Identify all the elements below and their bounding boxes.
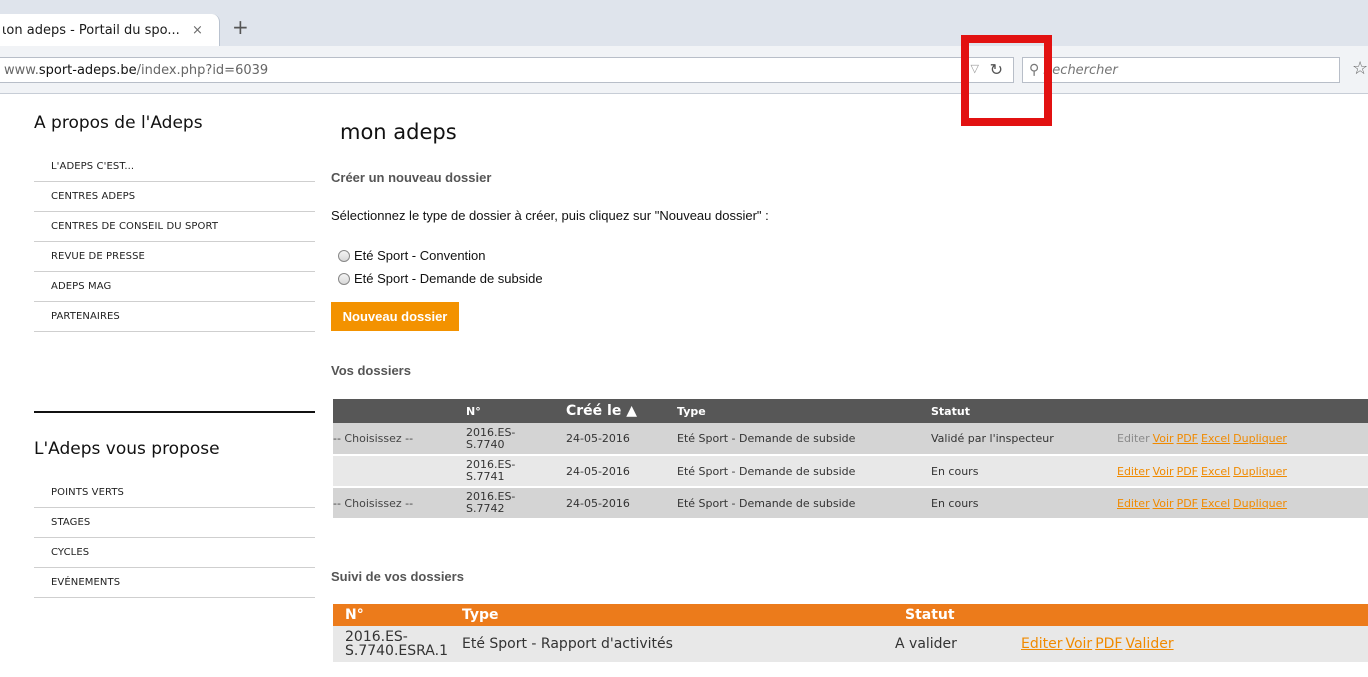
view-link[interactable]: Voir <box>1153 432 1174 445</box>
view-link[interactable]: Voir <box>1153 497 1174 510</box>
header-num: N° <box>466 399 566 423</box>
search-input[interactable] <box>1043 62 1324 78</box>
create-heading: Créer un nouveau dossier <box>331 170 492 185</box>
sidebar-title-propose: L'Adeps vous propose <box>34 439 220 459</box>
url-text: www.sport-adeps.be/index.php?id=6039 <box>4 62 269 78</box>
browser-tab[interactable]: ɩon adeps - Portail du spo... × <box>0 14 220 46</box>
highlight-box <box>961 35 1052 126</box>
sidebar-title-about: A propos de l'Adeps <box>34 113 203 133</box>
edit-link[interactable]: Editer <box>1117 465 1150 478</box>
row-select[interactable]: -- Choisissez -- <box>333 423 466 456</box>
pdf-link[interactable]: PDF <box>1177 465 1198 478</box>
duplicate-link[interactable]: Dupliquer <box>1233 497 1287 510</box>
option-label: Eté Sport - Demande de subside <box>354 271 543 286</box>
tab-bar: ɩon adeps - Portail du spo... × + <box>0 0 1368 46</box>
sidebar-item-cycles[interactable]: CYCLES <box>34 538 315 568</box>
sidebar-item-adeps-cest[interactable]: L'ADEPS C'EST... <box>34 152 315 182</box>
option-convention[interactable]: Eté Sport - Convention <box>338 248 486 263</box>
sidebar-propose-list: POINTS VERTS STAGES CYCLES EVÉNEMENTS <box>34 478 315 598</box>
pdf-link[interactable]: PDF <box>1177 497 1198 510</box>
new-tab-button[interactable]: + <box>232 17 249 37</box>
radio-button[interactable] <box>338 272 350 285</box>
row-date: 24-05-2016 <box>566 423 677 456</box>
header-actions <box>1021 604 1368 626</box>
pdf-link[interactable]: PDF <box>1177 432 1198 445</box>
row-num: 2016.ES- S.7740.ESRA.1 <box>333 626 450 662</box>
row-num: 2016.ES- S.7742 <box>466 487 566 520</box>
table-row: 2016.ES- S.7740.ESRA.1 Eté Sport - Rappor… <box>333 626 1368 662</box>
option-subside[interactable]: Eté Sport - Demande de subside <box>338 271 543 286</box>
header-type: Type <box>450 604 893 626</box>
row-status: En cours <box>931 455 1117 488</box>
header-num: N° <box>333 604 450 626</box>
row-type: Eté Sport - Demande de subside <box>677 487 931 520</box>
excel-link[interactable]: Excel <box>1201 432 1230 445</box>
edit-link[interactable]: Editer <box>1021 636 1062 652</box>
sidebar-item-adeps-mag[interactable]: ADEPS MAG <box>34 272 315 302</box>
header-actions <box>1117 399 1368 423</box>
row-date: 24-05-2016 <box>566 455 677 488</box>
suivi-table: N° Type Statut 2016.ES- S.7740.ESRA.1 Eté… <box>333 604 1368 662</box>
sidebar-about-list: L'ADEPS C'EST... CENTRES ADEPS CENTRES D… <box>34 152 315 332</box>
search-bar[interactable]: ⚲ <box>1022 57 1340 83</box>
table-header-row: N° Type Statut <box>333 604 1368 626</box>
pdf-link[interactable]: PDF <box>1095 636 1122 652</box>
row-select[interactable]: -- Choisissez -- <box>333 487 466 520</box>
dossiers-table: N° Créé le ▲ Type Statut -- Choisissez -… <box>333 399 1368 520</box>
bookmark-star-icon[interactable]: ☆ <box>1352 58 1368 79</box>
row-num: 2016.ES- S.7740 <box>466 423 566 456</box>
nav-bar: www.sport-adeps.be/index.php?id=6039 ▽ ↻… <box>0 46 1368 94</box>
header-select <box>333 399 466 423</box>
table-row: -- Choisissez -- 2016.ES- S.7740 24-05-20… <box>333 423 1368 456</box>
new-dossier-button[interactable]: Nouveau dossier <box>331 302 459 331</box>
page-title: mon adeps <box>340 120 457 144</box>
table-header-row: N° Créé le ▲ Type Statut <box>333 399 1368 423</box>
excel-link[interactable]: Excel <box>1201 497 1230 510</box>
sidebar-divider <box>34 411 315 413</box>
option-label: Eté Sport - Convention <box>354 248 486 263</box>
validate-link[interactable]: Valider <box>1125 636 1173 652</box>
close-icon[interactable]: × <box>192 23 203 38</box>
row-num: 2016.ES- S.7741 <box>466 455 566 488</box>
view-link[interactable]: Voir <box>1153 465 1174 478</box>
header-created[interactable]: Créé le ▲ <box>566 399 677 423</box>
header-status: Statut <box>931 399 1117 423</box>
excel-link[interactable]: Excel <box>1201 465 1230 478</box>
row-actions: Editer Voir PDF Excel Dupliquer <box>1117 487 1368 520</box>
sidebar-item-stages[interactable]: STAGES <box>34 508 315 538</box>
row-select <box>333 455 466 488</box>
row-type: Eté Sport - Demande de subside <box>677 423 931 456</box>
sidebar-item-centres-adeps[interactable]: CENTRES ADEPS <box>34 182 315 212</box>
row-type: Eté Sport - Demande de subside <box>677 455 931 488</box>
tab-title: ɩon adeps - Portail du spo... <box>2 22 180 38</box>
radio-button[interactable] <box>338 249 350 262</box>
table-row: 2016.ES- S.7741 24-05-2016 Eté Sport - De… <box>333 455 1368 488</box>
row-status: Validé par l'inspecteur <box>931 423 1117 456</box>
suivi-heading: Suivi de vos dossiers <box>331 569 464 584</box>
edit-link[interactable]: Editer <box>1117 497 1150 510</box>
sidebar-item-evenements[interactable]: EVÉNEMENTS <box>34 568 315 598</box>
sidebar-item-revue-presse[interactable]: REVUE DE PRESSE <box>34 242 315 272</box>
duplicate-link[interactable]: Dupliquer <box>1233 432 1287 445</box>
row-date: 24-05-2016 <box>566 487 677 520</box>
sidebar-item-centres-conseil[interactable]: CENTRES DE CONSEIL DU SPORT <box>34 212 315 242</box>
sidebar-item-points-verts[interactable]: POINTS VERTS <box>34 478 315 508</box>
row-actions: Editer Voir PDF Excel Dupliquer <box>1117 455 1368 488</box>
table-row: -- Choisissez -- 2016.ES- S.7742 24-05-20… <box>333 487 1368 520</box>
view-link[interactable]: Voir <box>1065 636 1092 652</box>
url-bar[interactable]: www.sport-adeps.be/index.php?id=6039 ▽ ↻ <box>0 57 1014 83</box>
row-status: A valider <box>893 626 1021 662</box>
dossiers-heading: Vos dossiers <box>331 363 411 378</box>
sidebar-item-partenaires[interactable]: PARTENAIRES <box>34 302 315 332</box>
row-type: Eté Sport - Rapport d'activités <box>450 626 893 662</box>
row-actions: Editer Voir PDF Excel Dupliquer <box>1117 423 1368 456</box>
header-type: Type <box>677 399 931 423</box>
header-status: Statut <box>893 604 1021 626</box>
edit-link-disabled: Editer <box>1117 432 1150 445</box>
intro-text: Sélectionnez le type de dossier à créer,… <box>331 208 769 223</box>
row-status: En cours <box>931 487 1117 520</box>
row-actions: Editer Voir PDF Valider <box>1021 626 1368 662</box>
duplicate-link[interactable]: Dupliquer <box>1233 465 1287 478</box>
